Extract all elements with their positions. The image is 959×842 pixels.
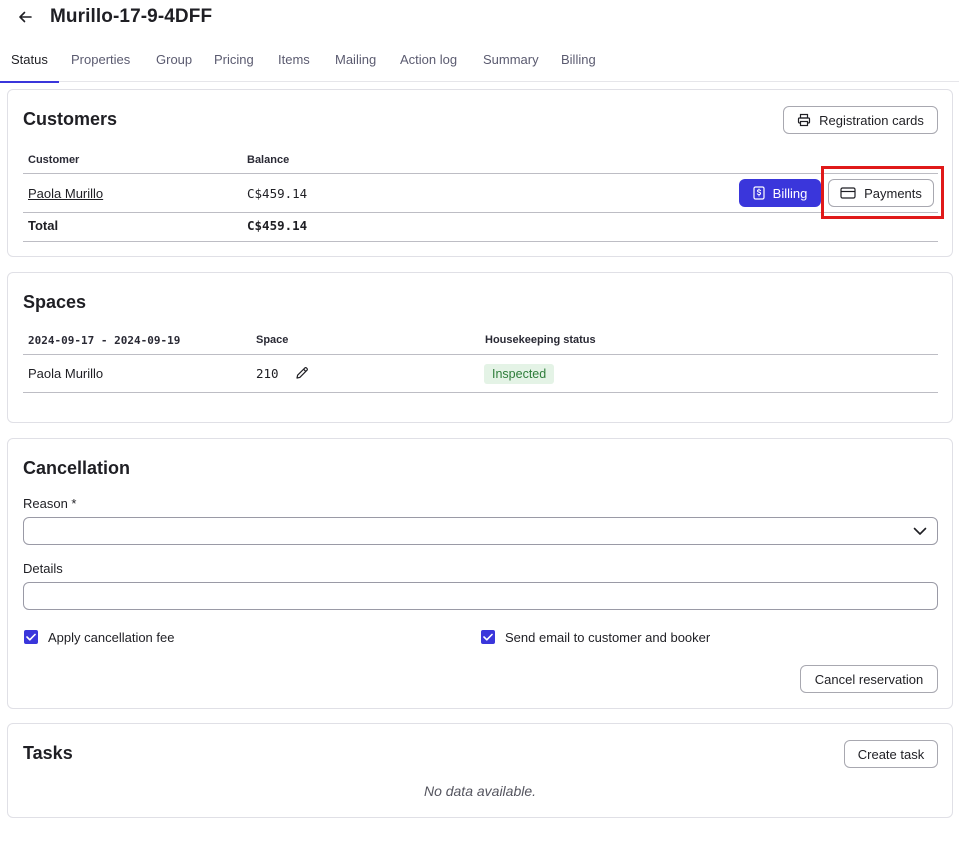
tab-bar: Status Properties Group Pricing Items Ma… (0, 44, 959, 83)
create-task-button[interactable]: Create task (844, 740, 938, 768)
spaces-card: Spaces 2024-09-17 - 2024-09-19 Space Hou… (7, 272, 953, 423)
checkmark-icon (483, 633, 493, 641)
customer-link[interactable]: Paola Murillo (28, 186, 103, 201)
spaces-title: Spaces (23, 292, 87, 312)
cancellation-title: Cancellation (23, 458, 131, 478)
details-label: Details (23, 561, 63, 576)
column-header-balance: Balance (247, 154, 290, 166)
space-guest-name: Paola Murillo (28, 366, 104, 381)
billing-button[interactable]: Billing (739, 179, 821, 207)
apply-fee-label: Apply cancellation fee (48, 630, 175, 645)
chevron-down-icon (913, 527, 927, 535)
invoice-dollar-icon (753, 186, 765, 200)
send-email-checkbox[interactable] (481, 630, 495, 644)
details-input[interactable] (23, 582, 938, 610)
tab-billing[interactable]: Billing (561, 44, 596, 82)
customers-title: Customers (23, 109, 118, 129)
cancel-reservation-button[interactable]: Cancel reservation (800, 665, 938, 693)
page-title: Murillo-17-9-4DFF (50, 6, 213, 27)
printer-icon (798, 113, 811, 127)
tab-action-log[interactable]: Action log (400, 44, 457, 82)
payments-highlight-box (821, 166, 944, 219)
customers-card: Customers Registration cards Customer Ba… (7, 89, 953, 257)
column-header-housekeeping: Housekeeping status (485, 334, 596, 346)
tab-status[interactable]: Status (0, 44, 59, 83)
registration-cards-button[interactable]: Registration cards (783, 106, 938, 134)
registration-cards-label: Registration cards (819, 112, 924, 128)
total-value: C$459.14 (247, 218, 308, 233)
tab-group[interactable]: Group (156, 44, 192, 82)
tasks-card: Tasks Create task No data available. (7, 723, 953, 818)
tasks-title: Tasks (23, 743, 73, 763)
column-header-space: Space (256, 334, 289, 346)
cancellation-card: Cancellation Reason * Details Apply canc… (7, 438, 953, 709)
tab-pricing[interactable]: Pricing (214, 44, 254, 82)
tab-summary[interactable]: Summary (483, 44, 539, 82)
column-header-customer: Customer (28, 154, 80, 166)
create-task-label: Create task (857, 746, 925, 762)
customer-balance: C$459.14 (247, 186, 308, 201)
page-header: Murillo-17-9-4DFF (0, 0, 959, 36)
apply-fee-checkbox[interactable] (24, 630, 38, 644)
cancel-reservation-label: Cancel reservation (814, 671, 924, 687)
tab-properties[interactable]: Properties (71, 44, 130, 82)
column-header-dates: 2024-09-17 - 2024-09-19 (28, 334, 181, 347)
table-divider (23, 212, 938, 213)
table-divider (23, 354, 938, 355)
tab-items[interactable]: Items (278, 44, 310, 82)
checkmark-icon (26, 633, 36, 641)
total-label: Total (28, 218, 59, 233)
back-arrow-icon[interactable] (16, 8, 34, 26)
housekeeping-status-badge: Inspected (484, 364, 555, 384)
send-email-label: Send email to customer and booker (505, 630, 711, 645)
table-divider (23, 241, 938, 242)
pencil-icon[interactable] (295, 366, 311, 382)
tasks-empty-message: No data available. (423, 783, 537, 799)
reason-label: Reason * (23, 496, 77, 511)
reason-select[interactable] (23, 517, 938, 545)
table-divider (23, 392, 938, 393)
tab-mailing[interactable]: Mailing (335, 44, 376, 82)
table-divider (23, 173, 938, 174)
billing-button-label: Billing (772, 185, 808, 201)
space-number: 210 (256, 366, 279, 381)
